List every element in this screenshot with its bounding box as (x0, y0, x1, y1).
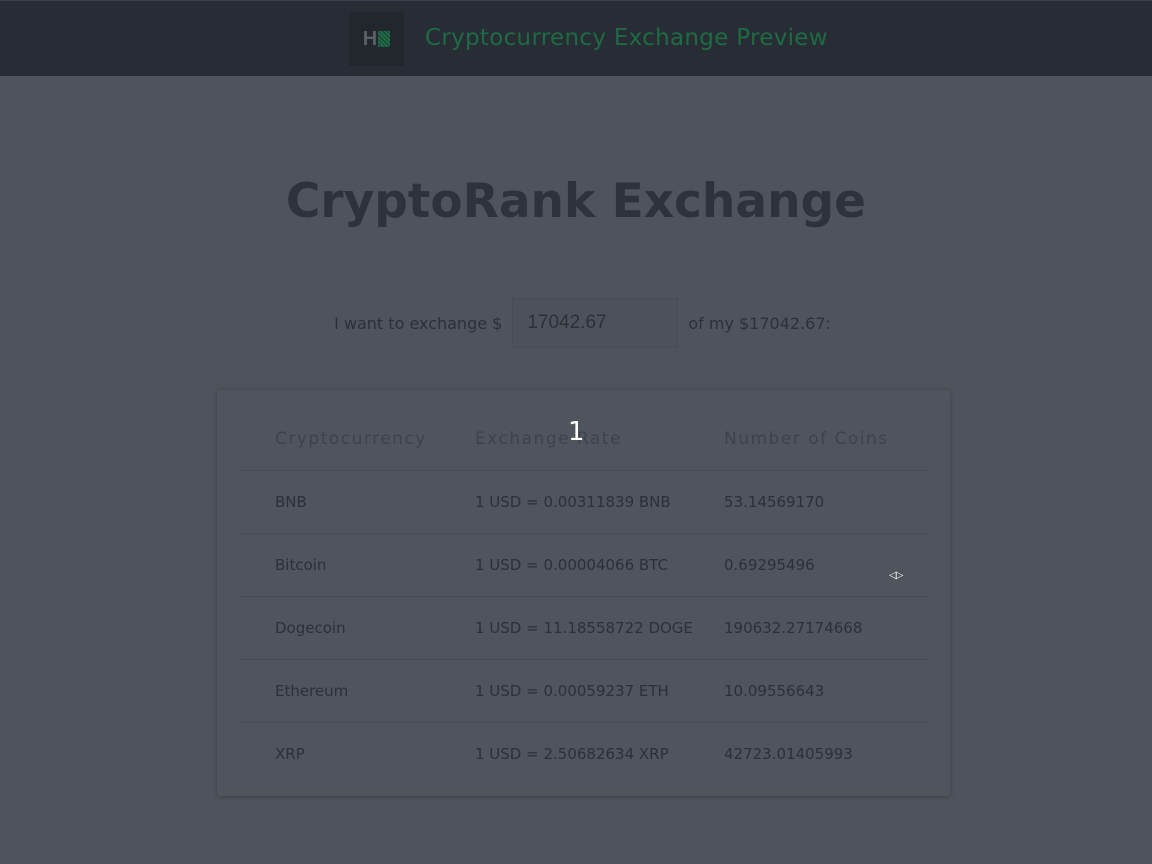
logo-letter: H (362, 27, 378, 50)
page-title: CryptoRank Exchange (285, 174, 867, 229)
coin-count: 190632.27174668 (723, 596, 929, 660)
top-bar: H Cryptocurrency Exchange Preview (0, 0, 1152, 76)
exchange-table-card: Cryptocurrency Exchange Rate Number of C… (217, 390, 950, 796)
exchange-table: Cryptocurrency Exchange Rate Number of C… (239, 408, 929, 785)
crypto-name: Bitcoin (239, 533, 474, 597)
coin-count: 53.14569170 (723, 470, 929, 534)
coin-count: 10.09556643 (723, 659, 929, 723)
crypto-name: XRP (275, 745, 305, 763)
resize-cursor-icon: ◁▷ (889, 570, 903, 581)
crypto-name: Dogecoin (239, 596, 474, 660)
exchange-prefix-label: I want to exchange $ (334, 313, 503, 333)
exchange-rate: 1 USD = 0.00311839 BNB (474, 470, 723, 534)
exchange-rate: 1 USD = 11.18558722 DOGE (474, 596, 723, 660)
amount-input[interactable] (512, 298, 679, 348)
exchange-suffix-label: of my $17042.67: (688, 313, 831, 333)
column-header-number-of-coins: Number of Coins (723, 408, 929, 471)
exchange-rate: 1 USD = 2.50682634 XRP (475, 745, 669, 763)
table-row: Dogecoin 1 USD = 11.18558722 DOGE 190632.2… (239, 596, 929, 660)
table-row: Ethereum 1 USD = 0.00059237 ETH 10.0955664… (239, 659, 929, 723)
exchange-form: I want to exchange $ of my $17042.67: (0, 298, 1152, 348)
logo-square (378, 31, 391, 47)
coin-count: 42723.01405993 (724, 745, 853, 763)
logo-icon: H (349, 12, 404, 66)
table-row: BNB 1 USD = 0.00311839 BNB 53.14569170 (239, 470, 929, 534)
step-marker: 1 (568, 417, 585, 447)
column-header-exchange-rate: Exchange Rate (474, 408, 723, 471)
app-title: Cryptocurrency Exchange Preview (425, 25, 828, 51)
crypto-name: Ethereum (239, 659, 474, 723)
column-header-cryptocurrency: Cryptocurrency (239, 408, 474, 471)
table-row: Bitcoin 1 USD = 0.00004066 BTC 0.69295496 (239, 533, 929, 597)
table-row: XRP 1 USD = 2.50682634 XRP 42723.01405993 (239, 723, 929, 786)
exchange-rate: 1 USD = 0.00059237 ETH (474, 659, 723, 723)
coin-count: 0.69295496 (723, 533, 929, 597)
crypto-name: BNB (239, 470, 474, 534)
exchange-rate: 1 USD = 0.00004066 BTC (474, 533, 723, 597)
